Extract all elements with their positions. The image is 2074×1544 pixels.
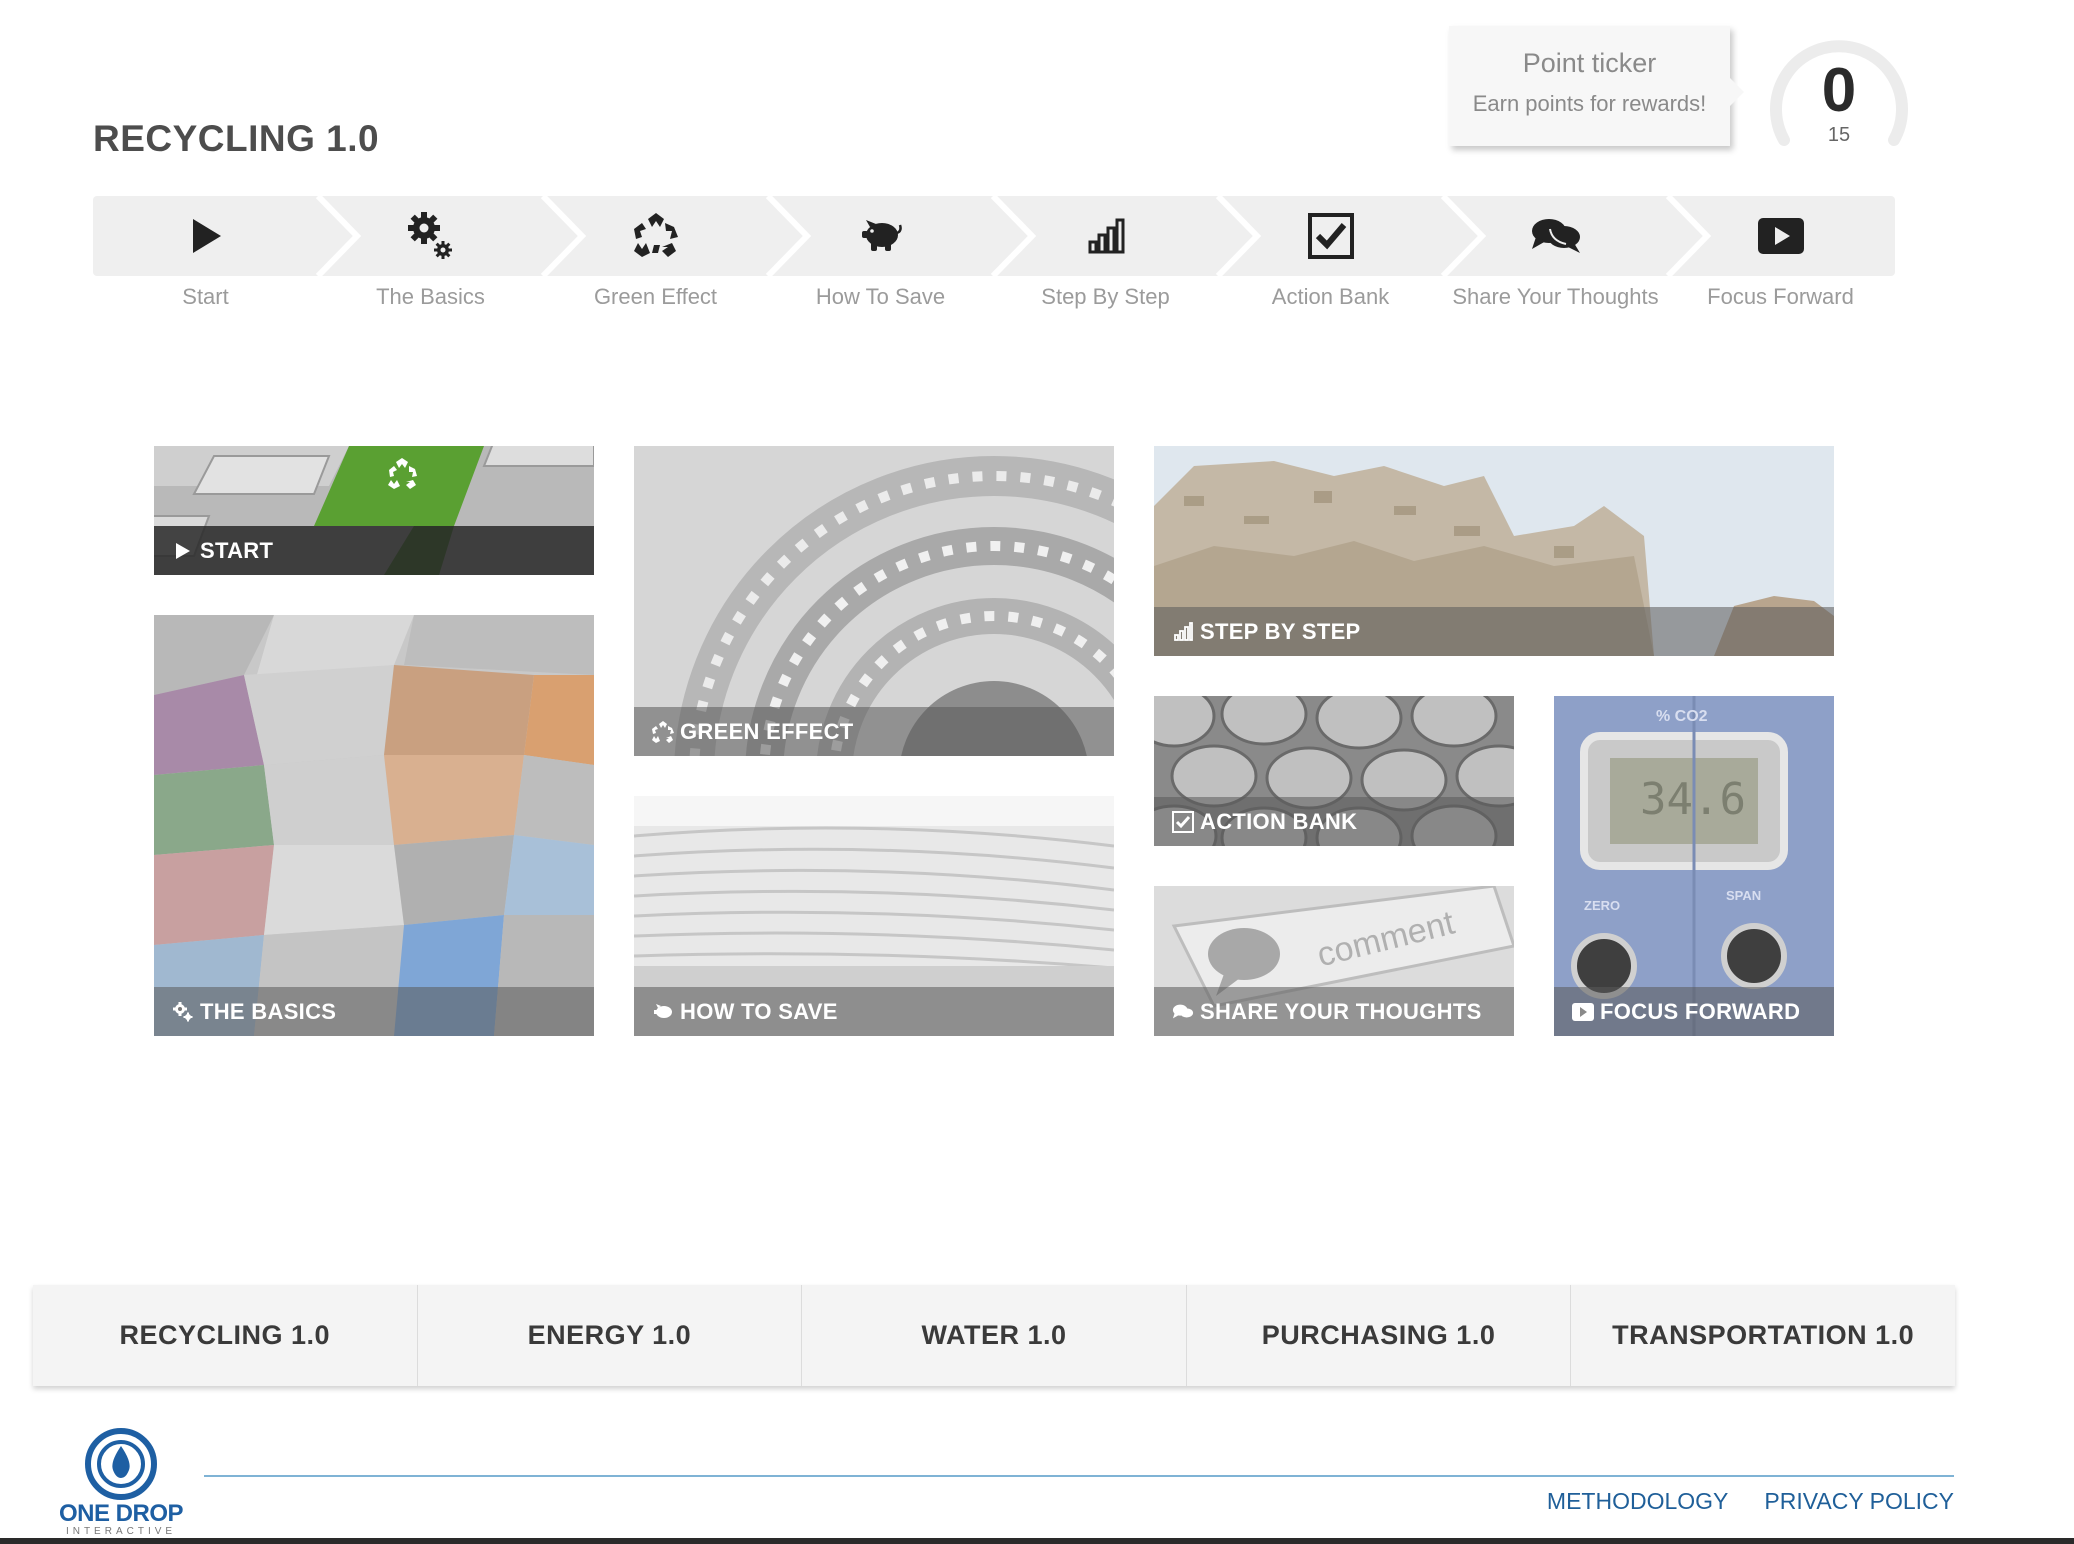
tile-label: HOW TO SAVE [680,998,838,1024]
video-play-icon [1668,214,1893,258]
meter-reading: 34.6 [1640,774,1746,825]
step-label: The Basics [376,284,485,309]
step-label: Action Bank [1271,284,1390,309]
gears-icon [318,212,543,259]
tile-focus-forward[interactable]: % CO2 34.6 ZERO SPAN FOCUS FORWARD [1554,696,1834,1036]
gears-icon [172,1001,194,1023]
points-gauge: 0 15 [1766,28,1912,148]
points-value: 0 [1821,56,1857,125]
step-label: Start [182,284,229,309]
step-label: Step By Step [1041,284,1170,309]
page-title: RECYCLING 1.0 [93,118,380,159]
checkbox-icon [1218,213,1443,259]
tile-label: FOCUS FORWARD [1600,998,1801,1024]
drop-logo-icon [85,1428,157,1500]
tile-label: START [200,537,274,563]
tile-start[interactable]: START [154,446,594,575]
tile-caption: SHARE YOUR THOUGHTS [1154,987,1514,1036]
step-focus-forward[interactable]: Focus Forward [1668,196,1893,326]
course-tab-recycling[interactable]: RECYCLING 1.0 [33,1285,418,1386]
bottom-strip [0,1538,2074,1544]
step-step-by-step[interactable]: Step By Step [993,196,1218,326]
step-label: Focus Forward [1707,284,1854,309]
course-tab-transportation[interactable]: TRANSPORTATION 1.0 [1571,1285,1955,1386]
step-green-effect[interactable]: Green Effect [543,196,768,326]
bar-chart-icon [1172,621,1194,643]
methodology-link[interactable]: METHODOLOGY [1547,1488,1728,1515]
comments-icon [1172,1001,1194,1023]
tile-label: STEP BY STEP [1200,618,1361,644]
co2-meter-image [1554,696,1834,1036]
recycle-icon [652,720,674,743]
piggy-bank-icon [652,1001,674,1023]
crushed-cans-image [154,615,594,1036]
footer-divider [204,1475,1954,1477]
play-icon [172,540,194,562]
logo-text: ONE DROP [58,1500,184,1527]
tile-green-effect[interactable]: GREEN EFFECT [634,446,1114,756]
tile-label: THE BASICS [200,998,337,1024]
point-ticker-title: Point ticker [1522,48,1657,78]
checkbox-icon [1172,810,1194,833]
tile-the-basics[interactable]: THE BASICS [154,615,594,1036]
meter-label-zero: ZERO [1584,898,1621,913]
one-drop-logo[interactable]: ONE DROP INTERACTIVE [58,1424,184,1537]
step-label: Share Your Thoughts [1452,284,1659,309]
tile-label: GREEN EFFECT [680,718,854,744]
piggy-bank-icon [768,214,993,258]
tile-caption: THE BASICS [154,987,594,1036]
logo-subtext: INTERACTIVE [65,1526,177,1537]
step-share-your-thoughts[interactable]: Share Your Thoughts [1443,196,1668,326]
step-the-basics[interactable]: The Basics [318,196,543,326]
course-tab-water[interactable]: WATER 1.0 [802,1285,1187,1386]
tile-caption: ACTION BANK [1154,797,1514,846]
course-tab-purchasing[interactable]: PURCHASING 1.0 [1187,1285,1572,1386]
tile-caption: GREEN EFFECT [634,707,1114,756]
footer-links: METHODOLOGY PRIVACY POLICY [1547,1488,1954,1515]
meter-label-span: SPAN [1726,888,1762,903]
point-ticker-tooltip: Point ticker Earn points for rewards! [1449,26,1744,146]
points-max: 15 [1827,124,1851,146]
comments-icon [1443,214,1668,258]
point-ticker-subtitle: Earn points for rewards! [1472,91,1707,116]
tile-caption: FOCUS FORWARD [1554,987,1834,1036]
course-tabs: RECYCLING 1.0 ENERGY 1.0 WATER 1.0 PURCH… [33,1285,1955,1386]
meter-label-top: % CO2 [1656,708,1708,725]
step-action-bank[interactable]: Action Bank [1218,196,1443,326]
bar-chart-icon [993,214,1218,258]
tile-step-by-step[interactable]: STEP BY STEP [1154,446,1834,656]
play-icon [93,214,318,258]
step-start[interactable]: Start [93,196,318,326]
tile-label: ACTION BANK [1200,808,1358,834]
privacy-policy-link[interactable]: PRIVACY POLICY [1764,1488,1954,1515]
tile-caption: START [154,526,594,575]
tile-label: SHARE YOUR THOUGHTS [1200,998,1482,1024]
tile-action-bank[interactable]: ACTION BANK [1154,696,1514,846]
step-how-to-save[interactable]: How To Save [768,196,993,326]
step-label: How To Save [815,284,946,309]
step-label: Green Effect [593,284,718,309]
tile-caption: STEP BY STEP [1154,607,1834,656]
recycle-icon [543,213,768,258]
course-tab-energy[interactable]: ENERGY 1.0 [418,1285,803,1386]
tile-how-to-save[interactable]: HOW TO SAVE [634,796,1114,1036]
tile-caption: HOW TO SAVE [634,987,1114,1036]
tile-share-your-thoughts[interactable]: comment SHARE YOUR THOUGHTS [1154,886,1514,1036]
video-play-icon [1572,1001,1594,1023]
